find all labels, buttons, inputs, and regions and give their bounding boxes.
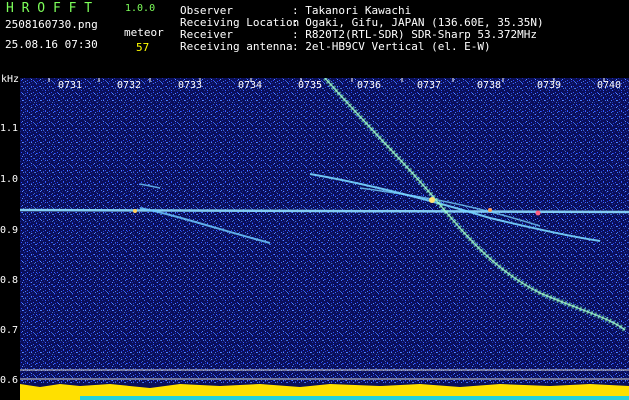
x-tick-0737: 0737: [417, 80, 442, 91]
y-tick-1-1: 1.1: [0, 123, 19, 134]
y-axis-unit: kHz: [1, 74, 20, 85]
spectrogram: [20, 78, 629, 400]
x-tick-0734: 0734: [238, 80, 263, 91]
x-tick-0736: 0736: [357, 80, 382, 91]
x-tick-0740: 0740: [597, 80, 622, 91]
mode-label: meteor: [124, 26, 164, 39]
app-version: 1.0.0: [125, 3, 156, 14]
bright-spot: [488, 208, 492, 212]
spectrogram-noise: [20, 78, 629, 400]
file-name: 2508160730.png: [5, 18, 98, 31]
y-tick-0-6: 0.6: [0, 375, 19, 386]
x-tick-0733: 0733: [178, 80, 203, 91]
info-value-antenna: : 2el-HB9CV Vertical (el. E-W): [292, 40, 491, 53]
date-time: 25.08.16 07:30: [5, 38, 98, 51]
y-tick-0-9: 0.9: [0, 225, 19, 236]
x-tick-0738: 0738: [477, 80, 502, 91]
y-tick-0-8: 0.8: [0, 275, 19, 286]
meteor-count: 57: [136, 41, 150, 54]
app-title: H R O F F T: [6, 1, 93, 16]
signal-band-cyan: [80, 396, 629, 400]
bright-spot: [133, 209, 137, 213]
bright-spot: [535, 210, 541, 216]
y-tick-1-0: 1.0: [0, 174, 19, 185]
bright-spot: [429, 197, 435, 203]
y-tick-0-7: 0.7: [0, 325, 19, 336]
x-tick-0739: 0739: [537, 80, 562, 91]
x-tick-0732: 0732: [117, 80, 142, 91]
x-tick-0731: 0731: [58, 80, 83, 91]
info-label-antenna: Receiving antenna: [180, 40, 293, 53]
x-tick-0735: 0735: [298, 80, 323, 91]
